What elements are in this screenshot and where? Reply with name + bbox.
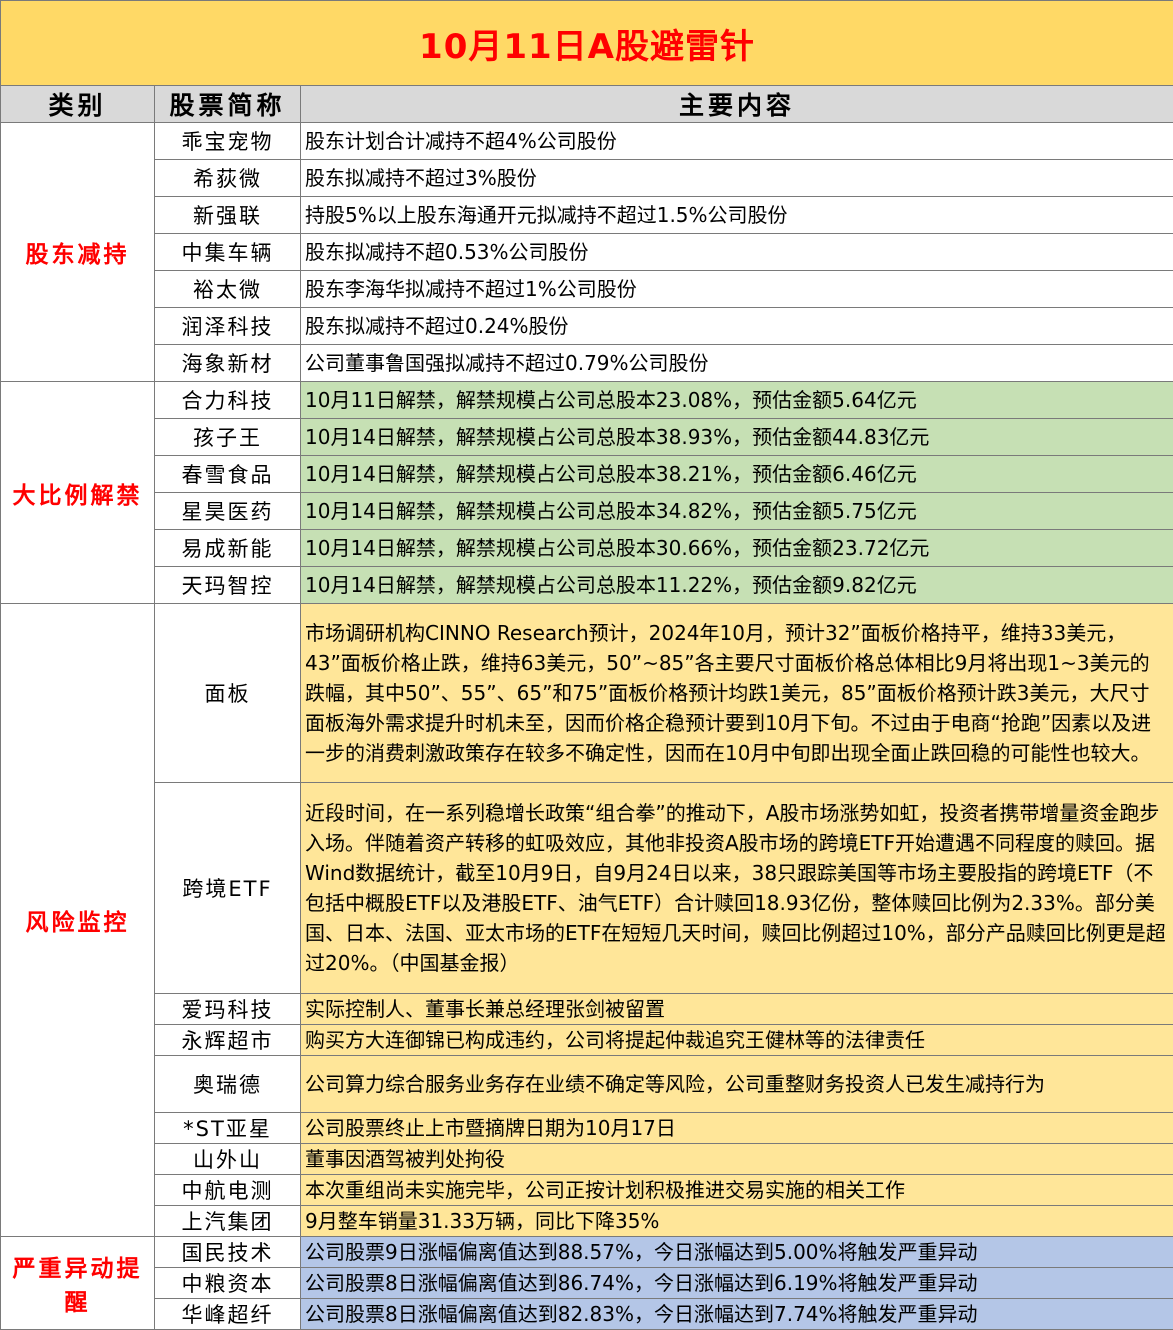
table-row: 股东减持 乖宝宠物 股东计划合计减持不超4%公司股份 xyxy=(1,123,1173,160)
stock-name: 中集车辆 xyxy=(155,234,301,271)
header-stock: 股票简称 xyxy=(155,86,301,123)
stock-content: 近段时间，在一系列稳增长政策“组合拳”的推动下，A股市场涨势如虹，投资者携带增量… xyxy=(301,783,1173,994)
stock-name: 山外山 xyxy=(155,1144,301,1175)
table-row: 新强联 持股5%以上股东海通开元拟减持不超过1.5%公司股份 xyxy=(1,197,1173,234)
table-header: 类别 股票简称 主要内容 xyxy=(1,86,1173,123)
stock-content: 股东李海华拟减持不超过1%公司股份 xyxy=(301,271,1173,308)
risk-table: 10月11日A股避雷针 类别 股票简称 主要内容 股东减持 乖宝宠物 股东计划合… xyxy=(0,0,1173,1330)
stock-content: 10月11日解禁，解禁规模占公司总股本23.08%，预估金额5.64亿元 xyxy=(301,382,1173,419)
table-row: 严重异动提醒 国民技术 公司股票9日涨幅偏离值达到88.57%，今日涨幅达到5.… xyxy=(1,1237,1173,1268)
table-row: 海象新材 公司董事鲁国强拟减持不超过0.79%公司股份 xyxy=(1,345,1173,382)
stock-name: 华峰超纤 xyxy=(155,1299,301,1330)
table-row: 春雪食品 10月14日解禁，解禁规模占公司总股本38.21%，预估金额6.46亿… xyxy=(1,456,1173,493)
table-row: 爱玛科技 实际控制人、董事长兼总经理张剑被留置 xyxy=(1,994,1173,1025)
stock-name: 面板 xyxy=(155,604,301,783)
stock-name: 中粮资本 xyxy=(155,1268,301,1299)
stock-content: 本次重组尚未实施完毕，公司正按计划积极推进交易实施的相关工作 xyxy=(301,1175,1173,1206)
stock-content: 公司股票8日涨幅偏离值达到82.83%，今日涨幅达到7.74%将触发严重异动 xyxy=(301,1299,1173,1330)
stock-name: 合力科技 xyxy=(155,382,301,419)
header-content: 主要内容 xyxy=(301,86,1173,123)
table-row: 山外山 董事因酒驾被判处拘役 xyxy=(1,1144,1173,1175)
stock-name: 春雪食品 xyxy=(155,456,301,493)
table-row: 星昊医药 10月14日解禁，解禁规模占公司总股本34.82%，预估金额5.75亿… xyxy=(1,493,1173,530)
table-row: 风险监控 面板 市场调研机构CINNO Research预计，2024年10月，… xyxy=(1,604,1173,783)
stock-content: 董事因酒驾被判处拘役 xyxy=(301,1144,1173,1175)
category-abnormal: 严重异动提醒 xyxy=(1,1237,155,1330)
stock-content: 股东拟减持不超过0.24%股份 xyxy=(301,308,1173,345)
table-row: 天玛智控 10月14日解禁，解禁规模占公司总股本11.22%，预估金额9.82亿… xyxy=(1,567,1173,604)
table-row: 中粮资本 公司股票8日涨幅偏离值达到86.74%，今日涨幅达到6.19%将触发严… xyxy=(1,1268,1173,1299)
stock-name: 永辉超市 xyxy=(155,1025,301,1056)
stock-name: 孩子王 xyxy=(155,419,301,456)
table-row: 孩子王 10月14日解禁，解禁规模占公司总股本38.93%，预估金额44.83亿… xyxy=(1,419,1173,456)
table-row: 易成新能 10月14日解禁，解禁规模占公司总股本30.66%，预估金额23.72… xyxy=(1,530,1173,567)
stock-name: 上汽集团 xyxy=(155,1206,301,1237)
stock-content: 10月14日解禁，解禁规模占公司总股本11.22%，预估金额9.82亿元 xyxy=(301,567,1173,604)
stock-content: 10月14日解禁，解禁规模占公司总股本38.21%，预估金额6.46亿元 xyxy=(301,456,1173,493)
stock-content: 公司股票9日涨幅偏离值达到88.57%，今日涨幅达到5.00%将触发严重异动 xyxy=(301,1237,1173,1268)
category-reduce: 股东减持 xyxy=(1,123,155,382)
stock-content: 10月14日解禁，解禁规模占公司总股本30.66%，预估金额23.72亿元 xyxy=(301,530,1173,567)
table-row: 裕太微 股东李海华拟减持不超过1%公司股份 xyxy=(1,271,1173,308)
stock-name: 跨境ETF xyxy=(155,783,301,994)
stock-name: 爱玛科技 xyxy=(155,994,301,1025)
category-risk: 风险监控 xyxy=(1,604,155,1237)
table-row: 跨境ETF 近段时间，在一系列稳增长政策“组合拳”的推动下，A股市场涨势如虹，投… xyxy=(1,783,1173,994)
stock-content: 股东拟减持不超过3%股份 xyxy=(301,160,1173,197)
stock-content: 实际控制人、董事长兼总经理张剑被留置 xyxy=(301,994,1173,1025)
stock-content: 公司算力综合服务业务存在业绩不确定等风险，公司重整财务投资人已发生减持行为 xyxy=(301,1056,1173,1113)
stock-content: 9月整车销量31.33万辆，同比下降35% xyxy=(301,1206,1173,1237)
stock-name: 润泽科技 xyxy=(155,308,301,345)
stock-name: 中航电测 xyxy=(155,1175,301,1206)
stock-content: 股东拟减持不超0.53%公司股份 xyxy=(301,234,1173,271)
stock-content: 10月14日解禁，解禁规模占公司总股本38.93%，预估金额44.83亿元 xyxy=(301,419,1173,456)
stock-name: 裕太微 xyxy=(155,271,301,308)
stock-name: 希荻微 xyxy=(155,160,301,197)
stock-name: 易成新能 xyxy=(155,530,301,567)
stock-name: 乖宝宠物 xyxy=(155,123,301,160)
table-row: 润泽科技 股东拟减持不超过0.24%股份 xyxy=(1,308,1173,345)
stock-content: 10月14日解禁，解禁规模占公司总股本34.82%，预估金额5.75亿元 xyxy=(301,493,1173,530)
table-row: 永辉超市 购买方大连御锦已构成违约，公司将提起仲裁追究王健林等的法律责任 xyxy=(1,1025,1173,1056)
stock-content: 持股5%以上股东海通开元拟减持不超过1.5%公司股份 xyxy=(301,197,1173,234)
stock-content: 公司董事鲁国强拟减持不超过0.79%公司股份 xyxy=(301,345,1173,382)
table-row: 华峰超纤 公司股票8日涨幅偏离值达到82.83%，今日涨幅达到7.74%将触发严… xyxy=(1,1299,1173,1330)
page-title: 10月11日A股避雷针 xyxy=(1,1,1173,86)
stock-content: 公司股票8日涨幅偏离值达到86.74%，今日涨幅达到6.19%将触发严重异动 xyxy=(301,1268,1173,1299)
header-category: 类别 xyxy=(1,86,155,123)
stock-name: *ST亚星 xyxy=(155,1113,301,1144)
table-row: 中集车辆 股东拟减持不超0.53%公司股份 xyxy=(1,234,1173,271)
stock-content: 公司股票终止上市暨摘牌日期为10月17日 xyxy=(301,1113,1173,1144)
stock-name: 海象新材 xyxy=(155,345,301,382)
stock-content: 市场调研机构CINNO Research预计，2024年10月，预计32”面板价… xyxy=(301,604,1173,783)
table-row: 中航电测 本次重组尚未实施完毕，公司正按计划积极推进交易实施的相关工作 xyxy=(1,1175,1173,1206)
stock-name: 奥瑞德 xyxy=(155,1056,301,1113)
stock-name: 国民技术 xyxy=(155,1237,301,1268)
table-row: *ST亚星 公司股票终止上市暨摘牌日期为10月17日 xyxy=(1,1113,1173,1144)
stock-name: 新强联 xyxy=(155,197,301,234)
stock-name: 天玛智控 xyxy=(155,567,301,604)
table-row: 希荻微 股东拟减持不超过3%股份 xyxy=(1,160,1173,197)
table-row: 上汽集团 9月整车销量31.33万辆，同比下降35% xyxy=(1,1206,1173,1237)
stock-content: 购买方大连御锦已构成违约，公司将提起仲裁追究王健林等的法律责任 xyxy=(301,1025,1173,1056)
table-row: 大比例解禁 合力科技 10月11日解禁，解禁规模占公司总股本23.08%，预估金… xyxy=(1,382,1173,419)
table-row: 奥瑞德 公司算力综合服务业务存在业绩不确定等风险，公司重整财务投资人已发生减持行… xyxy=(1,1056,1173,1113)
category-unlock: 大比例解禁 xyxy=(1,382,155,604)
stock-name: 星昊医药 xyxy=(155,493,301,530)
stock-content: 股东计划合计减持不超4%公司股份 xyxy=(301,123,1173,160)
